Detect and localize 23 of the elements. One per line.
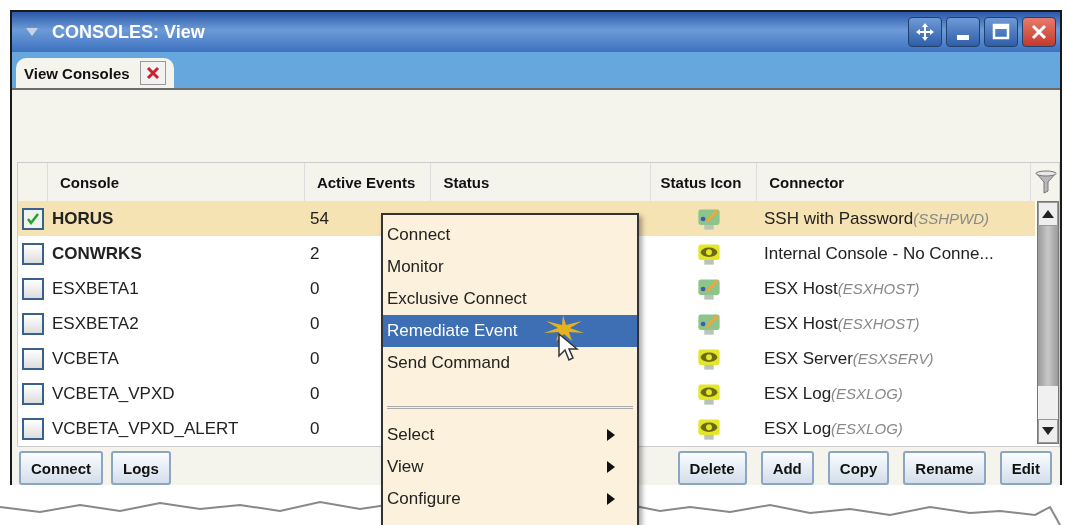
table-cell: 0 [310, 313, 320, 334]
table-cell-text: CONWRKS [51, 243, 143, 264]
table-cell-text: VCBETA_VPXD [51, 383, 176, 404]
table-cell-text: ESX Host(ESXHOST) [763, 278, 921, 299]
table-cell-text: HORUS [51, 208, 115, 229]
table-cell-text: SSH with Password(SSHPWD) [763, 208, 991, 229]
table-cell: 0 [310, 348, 320, 369]
table-cell-text: VCBETA [51, 348, 120, 369]
table-cell-text: ESXBETA2 [51, 313, 140, 334]
table-cell: 2 [310, 243, 320, 264]
table-cell-text: ESXBETA1 [51, 278, 140, 299]
tab-label: View Consoles [24, 64, 130, 82]
table-cell-text: ESX Log(ESXLOG) [763, 418, 904, 439]
table-cell: 54 [310, 208, 329, 229]
table-cell-text: Internal Console - No Conne... [763, 243, 995, 264]
window-title: CONSOLES: View [52, 21, 206, 43]
table-cell: 0 [310, 278, 320, 299]
table-cell: 0 [310, 418, 320, 439]
table-cell-text: ESX Log(ESXLOG) [763, 383, 904, 404]
table-cell-text: VCBETA_VPXD_ALERT [51, 418, 240, 439]
table-cell: 0 [310, 383, 320, 404]
table-cell-text: ESX Host(ESXHOST) [763, 313, 921, 334]
table-cell-text: ESX Server(ESXSERV) [763, 348, 935, 369]
